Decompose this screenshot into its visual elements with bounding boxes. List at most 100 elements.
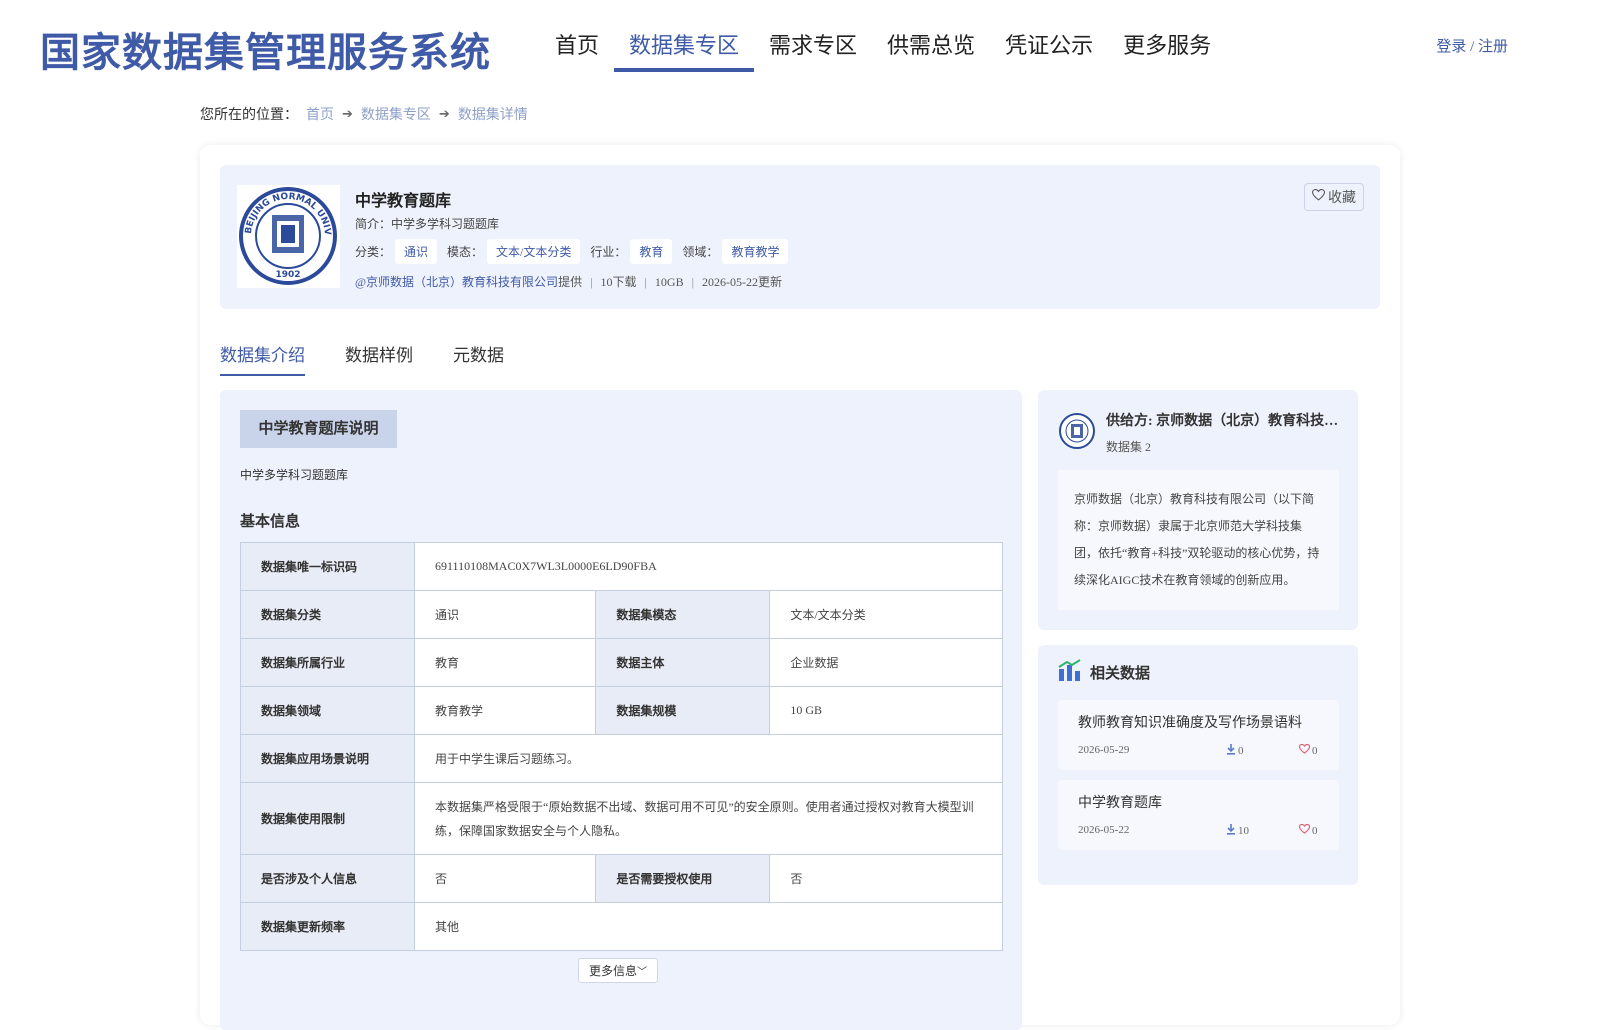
nav-datasets[interactable]: 数据集专区 xyxy=(614,28,755,72)
breadcrumb-datasets[interactable]: 数据集专区 xyxy=(361,104,431,124)
table-key: 数据集分类 xyxy=(240,590,415,639)
login-register-link[interactable]: 登录 / 注册 xyxy=(1436,35,1508,56)
table-key: 数据集所属行业 xyxy=(240,638,415,687)
tag-domain[interactable]: 教育教学 xyxy=(722,239,789,264)
related-item-title: 教师教育知识准确度及写作场景语料 xyxy=(1078,716,1302,731)
more-info-button[interactable]: 更多信息﹀ xyxy=(578,958,659,983)
table-key: 数据集使用限制 xyxy=(240,782,415,855)
basic-info-heading: 基本信息 xyxy=(240,514,301,530)
supplier-name[interactable]: 供给方: 京师数据（北京）教育科技有限公司 xyxy=(1106,410,1342,430)
dataset-title: 中学教育题库 xyxy=(355,193,452,210)
detail-card: BEIJING NORMAL UNIVERSITY 1902 中学教育题库 简介… xyxy=(200,145,1400,1030)
provider-suffix: 提供 xyxy=(558,275,583,289)
tag-modality[interactable]: 文本/文本分类 xyxy=(487,239,581,264)
table-row: 数据集更新频率 其他 xyxy=(240,902,1003,951)
related-item-date: 2026-05-29 xyxy=(1078,744,1130,756)
download-icon xyxy=(1226,824,1236,838)
nav-home[interactable]: 首页 xyxy=(540,28,614,72)
table-key: 数据集领域 xyxy=(240,686,415,735)
section-title: 中学教育题库说明 xyxy=(240,410,397,448)
dataset-tags: 分类： 通识 模态： 文本/文本分类 行业： 教育 领域： 教育教学 xyxy=(355,239,798,264)
table-value: 通识 xyxy=(413,590,597,639)
nav-demand[interactable]: 需求专区 xyxy=(754,28,872,72)
table-value: 文本/文本分类 xyxy=(769,590,1003,639)
related-data-panel: 相关数据 教师教育知识准确度及写作场景语料 2026-05-29 0 0 中学教… xyxy=(1038,645,1358,885)
provider-link[interactable]: @京师数据（北京）教育科技有限公司 xyxy=(355,275,558,289)
supplier-dataset-count: 数据集 2 xyxy=(1106,440,1152,454)
download-count: 0 xyxy=(1238,745,1244,757)
download-icon xyxy=(1226,744,1236,758)
related-item-date: 2026-05-22 xyxy=(1078,824,1130,836)
download-count: 10 xyxy=(1238,825,1249,837)
like-count: 0 xyxy=(1312,744,1318,757)
heart-icon xyxy=(1298,743,1311,757)
dataset-size: 10GB xyxy=(654,275,684,289)
dataset-provider-line: @京师数据（北京）教育科技有限公司提供 | 10下载 | 10GB | 2026-05-22… xyxy=(355,273,782,290)
related-data-header: 相关数据 xyxy=(1058,659,1150,686)
table-key: 数据集更新频率 xyxy=(240,902,415,951)
dataset-summary: BEIJING NORMAL UNIVERSITY 1902 中学教育题库 简介… xyxy=(220,165,1380,309)
related-item[interactable]: 教师教育知识准确度及写作场景语料 2026-05-29 0 0 xyxy=(1058,700,1339,770)
table-key: 数据集应用场景说明 xyxy=(240,734,415,783)
nav-overview[interactable]: 供需总览 xyxy=(872,28,990,72)
svg-text:1902: 1902 xyxy=(275,270,300,280)
table-value: 否 xyxy=(413,854,597,903)
chevron-down-icon: ﹀ xyxy=(637,967,648,978)
table-key: 数据主体 xyxy=(595,638,771,687)
related-item-likes: 0 xyxy=(1298,743,1318,757)
supplier-logo[interactable] xyxy=(1058,412,1096,450)
dataset-logo: BEIJING NORMAL UNIVERSITY 1902 xyxy=(233,178,340,288)
nav-more-services[interactable]: 更多服务 xyxy=(1108,28,1226,72)
table-value: 教育教学 xyxy=(413,686,597,735)
tag-industry[interactable]: 教育 xyxy=(630,239,673,264)
table-row: 数据集唯一标识码 691110108MAC0X7WL3L0000E6LD90FB… xyxy=(240,542,1003,591)
download-count: 10下载 xyxy=(600,275,637,289)
table-value: 企业数据 xyxy=(769,638,1003,687)
tab-metadata[interactable]: 元数据 xyxy=(453,341,504,376)
breadcrumb-prefix: 您所在的位置： xyxy=(200,108,298,123)
favorite-label: 收藏 xyxy=(1328,191,1356,206)
arrow-right-icon: ➔ xyxy=(342,106,353,122)
heart-icon xyxy=(1311,188,1326,206)
table-key: 数据集唯一标识码 xyxy=(240,542,415,591)
bar-chart-icon xyxy=(1058,659,1082,686)
table-key: 数据集规模 xyxy=(595,686,771,735)
detail-tabs: 数据集介绍 数据样例 元数据 xyxy=(220,341,544,376)
update-date: 2026-05-22更新 xyxy=(701,275,782,289)
table-value: 用于中学生课后习题练习。 xyxy=(414,734,1003,783)
table-value: 10 GB xyxy=(769,686,1003,735)
table-key: 数据集模态 xyxy=(595,590,771,639)
intro-panel: 中学教育题库说明 中学多学科习题题库 基本信息 数据集唯一标识码 6911101… xyxy=(220,390,1022,1030)
main-nav: 首页 数据集专区 需求专区 供需总览 凭证公示 更多服务 xyxy=(540,28,1226,72)
supplier-panel: 供给方: 京师数据（北京）教育科技有限公司 数据集 2 京师数据（北京）教育科技… xyxy=(1038,390,1358,630)
basic-info-table: 数据集唯一标识码 691110108MAC0X7WL3L0000E6LD90FB… xyxy=(240,542,1003,951)
breadcrumb-detail: 数据集详情 xyxy=(457,108,528,123)
table-value: 本数据集严格受限于“原始数据不出域、数据可用不可见”的安全原则。使用者通过授权对… xyxy=(414,782,1003,855)
heart-icon xyxy=(1298,823,1311,837)
tag-label-industry: 行业： xyxy=(590,245,627,259)
divider: | xyxy=(691,275,694,289)
tab-intro[interactable]: 数据集介绍 xyxy=(220,341,305,376)
table-value: 其他 xyxy=(414,902,1003,951)
tag-category[interactable]: 通识 xyxy=(395,239,438,264)
divider: | xyxy=(644,275,647,289)
dataset-intro: 简介：中学多学科习题题库 xyxy=(355,217,500,231)
table-key: 是否需要授权使用 xyxy=(595,854,771,903)
breadcrumb-home[interactable]: 首页 xyxy=(306,104,334,124)
table-row: 数据集所属行业 教育 数据主体 企业数据 xyxy=(240,638,1003,687)
table-value: 否 xyxy=(769,854,1003,903)
site-title[interactable]: 国家数据集管理服务系统 xyxy=(40,20,491,78)
like-count: 0 xyxy=(1312,824,1318,837)
favorite-button[interactable]: 收藏 xyxy=(1304,183,1364,211)
table-row: 是否涉及个人信息 否 是否需要授权使用 否 xyxy=(240,854,1003,903)
table-row: 数据集分类 通识 数据集模态 文本/文本分类 xyxy=(240,590,1003,639)
header: 国家数据集管理服务系统 首页 数据集专区 需求专区 供需总览 凭证公示 更多服务… xyxy=(0,0,1600,80)
table-key: 是否涉及个人信息 xyxy=(240,854,415,903)
table-row: 数据集应用场景说明 用于中学生课后习题练习。 xyxy=(240,734,1003,783)
related-item[interactable]: 中学教育题库 2026-05-22 10 0 xyxy=(1058,780,1339,850)
related-item-downloads: 10 xyxy=(1226,824,1249,838)
tab-samples[interactable]: 数据样例 xyxy=(345,341,413,376)
tag-label-modality: 模态： xyxy=(447,245,484,259)
related-item-likes: 0 xyxy=(1298,823,1318,837)
nav-certificates[interactable]: 凭证公示 xyxy=(990,28,1108,72)
